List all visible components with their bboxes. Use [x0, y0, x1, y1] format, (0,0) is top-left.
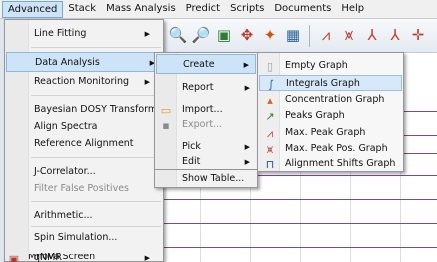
spectrum-trace	[160, 223, 437, 224]
zoom-out-icon[interactable]: 🔎	[191, 26, 211, 46]
menu-gutter	[155, 170, 177, 187]
menu-item-max-peak-graph[interactable]: ⩘ Max. Peak Graph	[259, 125, 402, 141]
submenu-arrow-icon: ▶	[144, 30, 150, 38]
menu-item-spin-simulation[interactable]: Spin Simulation...	[6, 228, 156, 248]
menu-item-label: Alignment Shifts Graph	[285, 158, 396, 169]
menu-item-label: Report	[182, 82, 214, 93]
toolbar: 🔍 🔎 ▣ ✥ ✦ ▦ ⩘ ⩙ ⅄ ⅄ ✛	[160, 19, 437, 53]
spectrum-trace	[160, 247, 437, 248]
zoom-box-icon[interactable]: ▣	[214, 26, 234, 46]
empty-graph-icon: ▯	[266, 59, 274, 73]
menu-item-label: Edit	[182, 156, 201, 167]
menu-documents[interactable]: Documents	[269, 1, 336, 18]
menu-item-concentration-graph[interactable]: ▴ Concentration Graph	[259, 92, 402, 108]
fit-icon[interactable]: ▦	[283, 26, 303, 46]
alignment-shifts-graph-icon: ⊓	[265, 157, 275, 171]
submenu-arrow-icon: ▶	[244, 158, 250, 166]
menu-item-max-peak-pos-graph[interactable]: ⩙ Max. Peak Pos. Graph	[259, 141, 402, 157]
menu-item-arithmetic[interactable]: Arithmetic...	[6, 206, 156, 226]
menu-item-reaction-monitoring[interactable]: Reaction Monitoring ▶	[6, 72, 156, 92]
menu-item-label: Concentration Graph	[285, 94, 385, 105]
menu-separator	[31, 47, 161, 48]
menu-item-empty-graph[interactable]: ▯ Empty Graph	[259, 58, 402, 74]
menu-item-edit[interactable]: Edit ▶	[156, 152, 256, 172]
integrals-graph-icon: ∫	[268, 77, 274, 91]
menu-item-label: Import...	[182, 104, 223, 115]
menu-mass-analysis[interactable]: Mass Analysis	[101, 1, 181, 18]
menu-advanced[interactable]: Advanced	[2, 0, 64, 18]
menu-item-integrals-graph[interactable]: ∫ Integrals Graph	[259, 75, 402, 91]
menu-bar: Advanced Stack Mass Analysis Predict Scr…	[0, 0, 437, 19]
menu-item-export: Export...	[156, 115, 256, 135]
menu-item-label: Mnova Screen	[28, 254, 96, 262]
menu-predict[interactable]: Predict	[181, 1, 225, 18]
menu-item-report[interactable]: Report ▶	[156, 78, 256, 98]
peak-pick-icon[interactable]: ✦	[260, 26, 280, 46]
menu-item-label: Export...	[182, 119, 223, 130]
crosshair-icon[interactable]: ✛	[408, 26, 428, 46]
max-peak-graph-icon: ⩘	[266, 126, 274, 140]
mnova-screen-icon: ▣	[8, 254, 20, 262]
peaks-graph-icon: ↗	[265, 109, 275, 123]
concentration-graph-icon: ▴	[267, 93, 273, 107]
integrate-icon[interactable]: ⩘	[316, 26, 336, 46]
data-analysis-submenu: Create ▶ Report ▶ ▭ Import... ▪ Export..…	[154, 52, 258, 170]
menu-item-label: Reference Alignment	[34, 138, 134, 149]
menu-item-filter-false-positives: Filter False Positives	[6, 179, 156, 199]
menu-item-label: J-Correlator...	[34, 166, 96, 177]
menu-item-label: Data Analysis	[35, 57, 100, 68]
menu-item-alignment-shifts-graph[interactable]: ⊓ Alignment Shifts Graph	[259, 156, 402, 172]
menu-item-label: Line Fitting	[34, 28, 87, 39]
menu-help[interactable]: Help	[336, 1, 369, 18]
menu-stack[interactable]: Stack	[63, 1, 101, 18]
menu-separator	[31, 201, 161, 202]
toolbar-separator	[309, 24, 310, 47]
peak-icon[interactable]: ⅄	[362, 26, 382, 46]
submenu-arrow-icon: ▶	[244, 84, 250, 92]
advanced-menu: Line Fitting ▶ Data Analysis ▶ Reaction …	[4, 19, 167, 262]
menu-scripts[interactable]: Scripts	[225, 1, 269, 18]
create-submenu: ▯ Empty Graph ∫ Integrals Graph ▴ Concen…	[257, 52, 404, 172]
submenu-arrow-icon: ▶	[144, 78, 150, 86]
menu-item-label: Empty Graph	[285, 60, 348, 71]
menu-separator	[31, 226, 161, 227]
menu-item-label: Pick	[182, 141, 201, 152]
menu-item-data-analysis[interactable]: Data Analysis ▶	[6, 52, 162, 72]
menu-item-create[interactable]: Create ▶	[156, 54, 256, 74]
menu-item-label: Integrals Graph	[286, 78, 360, 89]
menu-item-label: Create	[183, 59, 215, 70]
menu-item-label: Filter False Positives	[34, 183, 129, 194]
menu-item-mnova-screen[interactable]: ▣ Mnova Screen	[5, 254, 163, 262]
menu-item-label: Spin Simulation...	[34, 232, 118, 243]
menu-separator	[31, 157, 161, 158]
menu-item-label: Arithmetic...	[34, 210, 93, 221]
max-peak-pos-graph-icon: ⩙	[266, 142, 274, 156]
menu-item-label: Bayesian DOSY Transform...	[34, 104, 167, 115]
menu-item-line-fitting[interactable]: Line Fitting ▶	[6, 24, 156, 44]
multiplet-icon[interactable]: ⩙	[339, 26, 359, 46]
menu-item-label: Align Spectra	[34, 121, 98, 132]
menu-separator	[31, 95, 161, 96]
submenu-arrow-icon: ▶	[243, 61, 249, 69]
menu-item-peaks-graph[interactable]: ↗ Peaks Graph	[259, 108, 402, 124]
peak-auto-icon[interactable]: ⅄	[385, 26, 405, 46]
menu-item-label: Max. Peak Pos. Graph	[285, 143, 388, 154]
menu-item-label: Reaction Monitoring	[34, 76, 130, 87]
menu-item-reference-alignment[interactable]: Reference Alignment	[6, 134, 156, 154]
menu-item-label: Max. Peak Graph	[285, 127, 366, 138]
menu-item-show-table[interactable]: Show Table...	[154, 170, 258, 188]
pan-icon[interactable]: ✥	[237, 26, 257, 46]
zoom-in-icon[interactable]: 🔍	[168, 26, 188, 46]
menu-item-label: Show Table...	[182, 173, 245, 184]
menu-item-label: Peaks Graph	[285, 110, 345, 121]
spectrum-trace	[160, 199, 437, 200]
